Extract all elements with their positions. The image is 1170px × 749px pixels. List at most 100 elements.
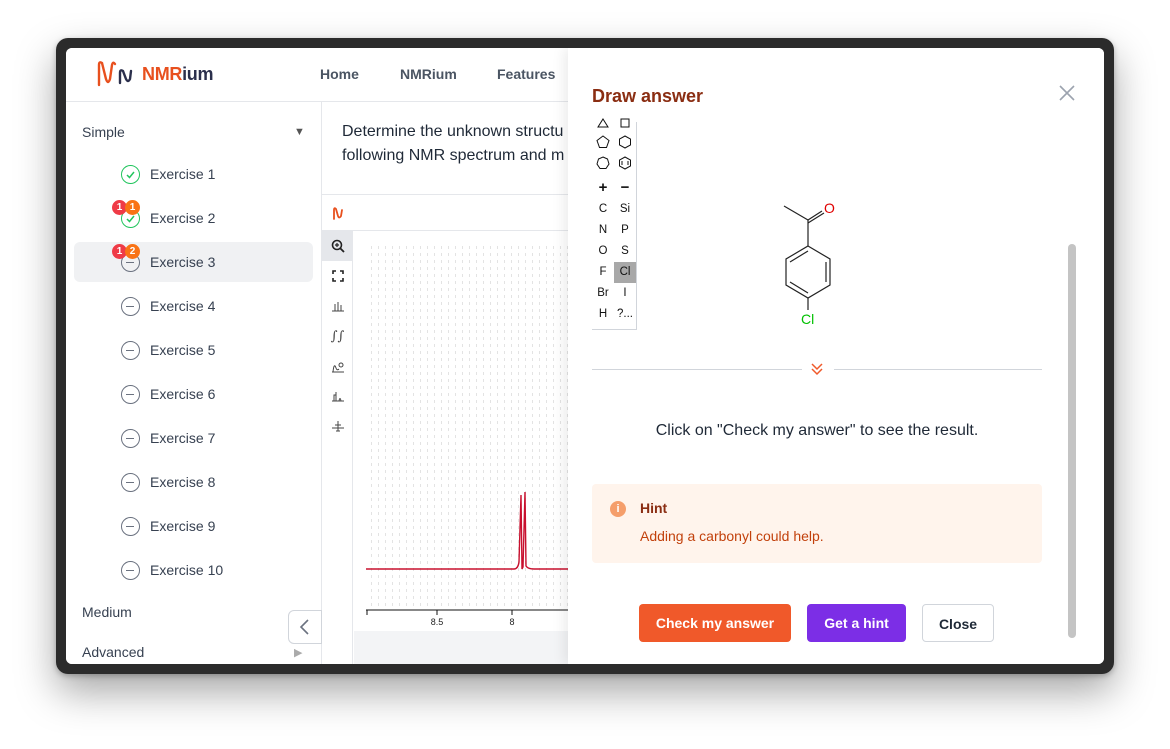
chlorine-atom-label: Cl bbox=[801, 311, 814, 327]
get-hint-button[interactable]: Get a hint bbox=[807, 604, 906, 642]
nav-features[interactable]: Features bbox=[497, 66, 555, 82]
benzene-ring-tool[interactable] bbox=[614, 156, 636, 177]
oxygen-atom-label: O bbox=[824, 200, 835, 216]
exercise-item-10[interactable]: Exercise 10 bbox=[74, 550, 313, 590]
modal-title: Draw answer bbox=[592, 86, 704, 106]
exercise-item-3[interactable]: 1 2 Exercise 3 bbox=[74, 242, 313, 282]
x-axis-tick-label: 8 bbox=[509, 617, 514, 627]
minus-circle-icon bbox=[121, 385, 140, 404]
exercise-item-5[interactable]: Exercise 5 bbox=[74, 330, 313, 370]
peak-picking-icon[interactable] bbox=[322, 291, 353, 321]
atom-cl[interactable]: Cl bbox=[614, 262, 636, 283]
logo-text: NMRium bbox=[142, 63, 214, 85]
atom-p[interactable]: P bbox=[614, 220, 636, 241]
section-medium[interactable]: Medium bbox=[82, 604, 132, 620]
logo-text-prefix: NMR bbox=[142, 63, 183, 84]
exercise-item-7[interactable]: Exercise 7 bbox=[74, 418, 313, 458]
full-view-icon[interactable] bbox=[322, 261, 353, 291]
charge-plus-tool[interactable]: + bbox=[592, 177, 614, 198]
zero-filling-icon[interactable] bbox=[322, 351, 353, 381]
chevron-left-icon bbox=[299, 619, 309, 635]
result-message: Click on "Check my answer" to see the re… bbox=[655, 422, 979, 439]
exercise-item-9[interactable]: Exercise 9 bbox=[74, 506, 313, 546]
app-window: NMRium Home NMRium Features Simple ▼ Exe… bbox=[56, 38, 1114, 674]
molecule-drawing[interactable]: O Cl bbox=[768, 192, 888, 332]
nav-nmrium[interactable]: NMRium bbox=[400, 66, 457, 82]
chevron-right-icon[interactable]: ▶ bbox=[294, 646, 302, 659]
nav-home[interactable]: Home bbox=[320, 66, 359, 82]
draw-answer-modal: Draw answer + − C Si N P O S F Cl Br I H… bbox=[568, 48, 1104, 664]
atom-h[interactable]: H bbox=[592, 304, 614, 325]
nmrium-small-logo-icon bbox=[333, 207, 343, 220]
hint-box: i Hint Adding a carbonyl could help. bbox=[592, 484, 1042, 563]
check-answer-button[interactable]: Check my answer bbox=[639, 604, 791, 642]
exercise-item-6[interactable]: Exercise 6 bbox=[74, 374, 313, 414]
close-icon[interactable] bbox=[1058, 84, 1076, 102]
section-advanced[interactable]: Advanced bbox=[82, 644, 144, 660]
minus-circle-icon bbox=[121, 473, 140, 492]
app-content: NMRium Home NMRium Features Simple ▼ Exe… bbox=[66, 48, 1104, 664]
structure-editor[interactable]: + − C Si N P O S F Cl Br I H ?... O Cl bbox=[592, 118, 1066, 342]
close-button[interactable]: Close bbox=[922, 604, 994, 642]
pentagon-ring-tool[interactable] bbox=[592, 135, 614, 156]
question-line-2: following NMR spectrum and m bbox=[342, 147, 565, 164]
nmrium-logo[interactable]: NMRium bbox=[96, 56, 214, 92]
spectrum-plot[interactable]: 8.5 8 bbox=[354, 232, 582, 664]
exercise-item-8[interactable]: Exercise 8 bbox=[74, 462, 313, 502]
atom-palette: + − C Si N P O S F Cl Br I H ?... bbox=[592, 118, 637, 330]
atom-o[interactable]: O bbox=[592, 241, 614, 262]
info-icon: i bbox=[610, 501, 626, 517]
x-axis-tick-label: 8.5 bbox=[431, 617, 444, 627]
exercise-item-1[interactable]: Exercise 1 bbox=[74, 154, 313, 194]
attempt-count-badge: 1 bbox=[125, 200, 140, 215]
atom-i[interactable]: I bbox=[614, 283, 636, 304]
triangle-ring-tool[interactable] bbox=[592, 116, 614, 137]
atom-br[interactable]: Br bbox=[592, 283, 614, 304]
modal-scrollbar[interactable] bbox=[1066, 122, 1080, 640]
minus-circle-icon bbox=[121, 429, 140, 448]
check-circle-icon bbox=[121, 165, 140, 184]
chevrons-down-icon[interactable] bbox=[810, 361, 824, 377]
integral-icon[interactable]: ∫∫ bbox=[322, 321, 353, 351]
exercise-label: Exercise 1 bbox=[150, 166, 216, 182]
zoom-icon[interactable] bbox=[322, 231, 353, 261]
charge-minus-tool[interactable]: − bbox=[614, 177, 636, 198]
exercise-label: Exercise 10 bbox=[150, 562, 224, 578]
attempt-count-badge: 2 bbox=[125, 244, 140, 259]
atom-c[interactable]: C bbox=[592, 199, 614, 220]
atom-other[interactable]: ?... bbox=[614, 304, 636, 325]
scrollbar-thumb[interactable] bbox=[1068, 244, 1076, 638]
atom-n[interactable]: N bbox=[592, 220, 614, 241]
phase-correction-icon[interactable] bbox=[322, 411, 353, 441]
viewer-tool-panel: ∫∫ bbox=[322, 231, 353, 664]
square-ring-tool[interactable] bbox=[614, 116, 636, 137]
exercise-label: Exercise 7 bbox=[150, 430, 216, 446]
exercise-item-2[interactable]: 1 1 Exercise 2 bbox=[74, 198, 313, 238]
atom-si[interactable]: Si bbox=[614, 199, 636, 220]
minus-circle-icon bbox=[121, 297, 140, 316]
question-line-1: Determine the unknown structu bbox=[342, 123, 564, 140]
minus-circle-icon bbox=[121, 341, 140, 360]
exercise-label: Exercise 6 bbox=[150, 386, 216, 402]
exercise-label: Exercise 2 bbox=[150, 210, 216, 226]
spectrum-footer bbox=[354, 631, 582, 664]
exercise-item-4[interactable]: Exercise 4 bbox=[74, 286, 313, 326]
chevron-down-icon[interactable]: ▼ bbox=[294, 126, 305, 138]
exercise-label: Exercise 8 bbox=[150, 474, 216, 490]
ranges-icon[interactable] bbox=[322, 381, 353, 411]
exercise-label: Exercise 4 bbox=[150, 298, 216, 314]
collapse-sidebar-button[interactable] bbox=[288, 610, 322, 644]
atom-s[interactable]: S bbox=[614, 241, 636, 262]
exercise-label: Exercise 9 bbox=[150, 518, 216, 534]
minus-circle-icon bbox=[121, 561, 140, 580]
atom-f[interactable]: F bbox=[592, 262, 614, 283]
nmrium-logo-icon bbox=[97, 61, 133, 87]
hexagon-ring-tool[interactable] bbox=[614, 135, 636, 156]
divider-right bbox=[834, 369, 1042, 370]
viewer-toolbar bbox=[322, 195, 582, 231]
section-simple[interactable]: Simple bbox=[82, 124, 125, 140]
spectrum-canvas: 8.5 8 bbox=[366, 242, 582, 627]
hint-title: Hint bbox=[640, 500, 668, 516]
heptagon-ring-tool[interactable] bbox=[592, 156, 614, 177]
hint-text: Adding a carbonyl could help. bbox=[640, 528, 824, 544]
